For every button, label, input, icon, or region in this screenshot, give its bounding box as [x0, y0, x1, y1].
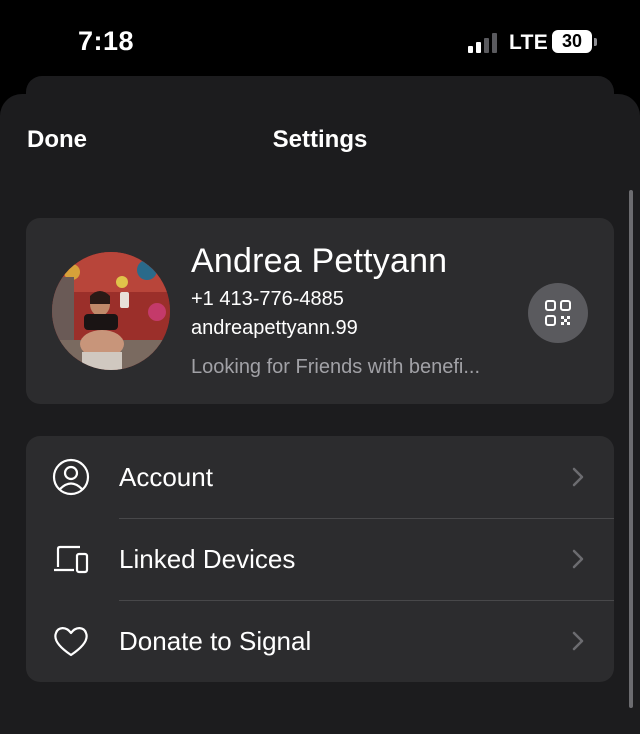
menu-item-label: Donate to Signal	[119, 626, 312, 656]
menu-item-account[interactable]: Account	[26, 436, 614, 518]
menu-item-donate[interactable]: Donate to Signal	[26, 600, 614, 682]
battery-tip	[594, 38, 597, 46]
cellular-signal-icon	[468, 33, 500, 53]
qr-code-icon	[545, 300, 571, 326]
battery-level: 30	[561, 31, 583, 51]
qr-code-button[interactable]	[528, 283, 588, 343]
settings-menu: Account Linked Devices Donate to Signal	[26, 436, 614, 682]
profile-username: andreapettyann.99	[191, 317, 358, 339]
profile-name: Andrea Pettyann	[191, 242, 448, 280]
menu-item-label: Account	[119, 462, 213, 492]
chevron-right-icon	[572, 631, 584, 651]
network-type: LTE	[509, 31, 549, 54]
person-circle-icon	[52, 458, 90, 496]
page-title: Settings	[272, 126, 368, 153]
chevron-right-icon	[572, 549, 584, 569]
status-time: 7:18	[78, 26, 135, 56]
avatar	[52, 252, 170, 370]
profile-phone: +1 413-776-4885	[191, 288, 344, 310]
battery-icon: 30	[552, 30, 592, 53]
menu-item-label: Linked Devices	[119, 544, 296, 574]
menu-item-linked-devices[interactable]: Linked Devices	[26, 518, 614, 600]
heart-icon	[54, 627, 88, 657]
chevron-right-icon	[572, 467, 584, 487]
devices-icon	[54, 545, 89, 574]
profile-about: Looking for Friends with benefi...	[191, 356, 481, 378]
status-bar: 7:18 LTE 30	[0, 0, 640, 78]
profile-card[interactable]: Andrea Pettyann +1 413-776-4885 andreape…	[26, 218, 614, 404]
scrollbar[interactable]	[629, 190, 633, 708]
